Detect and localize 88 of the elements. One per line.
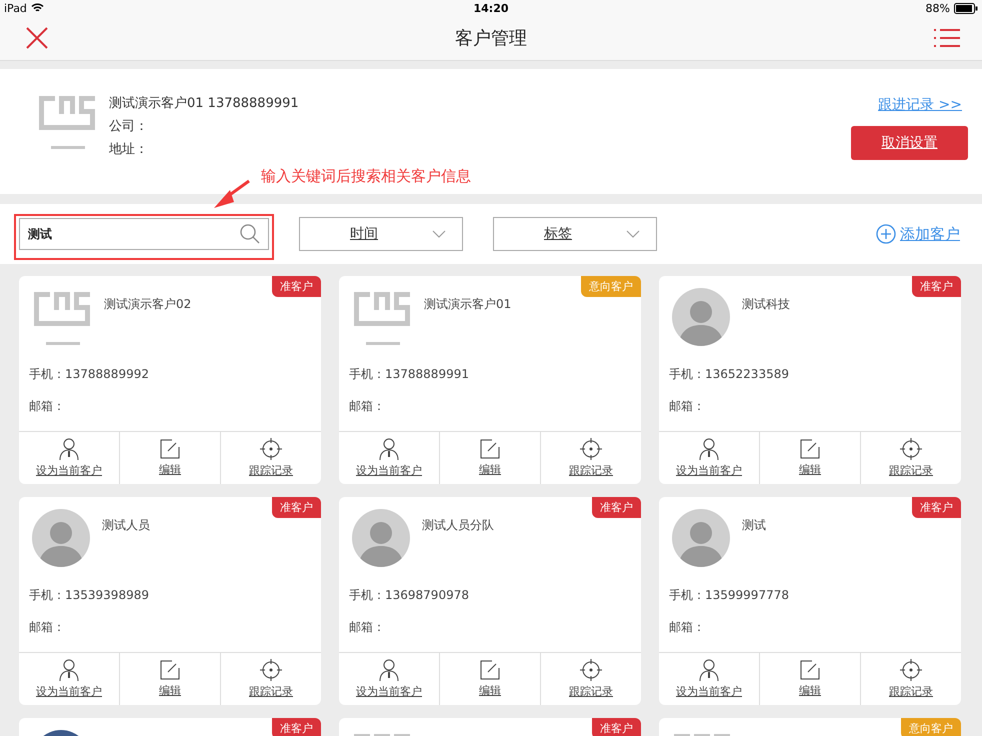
card-action-button[interactable]: 跟踪记录 (220, 432, 321, 484)
card-action-button[interactable]: 编辑 (439, 432, 540, 484)
phone-text: 手机：13698790978 (348, 587, 470, 604)
card-action-button[interactable]: 编辑 (759, 432, 860, 484)
customer-tag: 意向客户 (581, 276, 641, 297)
card-action-button[interactable]: 跟踪记录 (540, 653, 641, 705)
edit-icon (480, 660, 500, 680)
edit-icon (160, 660, 180, 680)
card-action-button[interactable]: 跟踪记录 (540, 432, 641, 484)
email-label: 邮箱： (28, 398, 66, 415)
wifi-icon (30, 3, 44, 13)
phone-text: 手机：13539398989 (28, 587, 150, 604)
search-icon (240, 224, 260, 244)
email-label: 邮箱： (668, 398, 706, 415)
customer-tag: 准客户 (272, 276, 321, 297)
battery-percent: 88% (926, 2, 950, 14)
customer-tag: 准客户 (912, 497, 961, 518)
target-icon (260, 659, 282, 681)
card-action-button[interactable]: 设为当前客户 (19, 432, 119, 484)
customer-tag: 准客户 (272, 718, 321, 736)
annotation-arrow (212, 179, 252, 211)
person-icon (698, 438, 720, 460)
edit-icon (800, 660, 820, 680)
phone-text: 手机：13652233589 (668, 366, 790, 383)
address-label: 地址： (109, 140, 149, 158)
person-icon (58, 438, 80, 460)
customer-tag: 准客户 (592, 718, 641, 736)
email-label: 邮箱： (28, 619, 66, 636)
person-icon (378, 659, 400, 681)
person-avatar-icon (672, 288, 730, 346)
card-action-button[interactable]: 设为当前客户 (659, 653, 759, 705)
customer-tag: 意向客户 (901, 718, 961, 736)
card-action-button[interactable]: 编辑 (119, 653, 220, 705)
target-icon (900, 438, 922, 460)
card-action-button[interactable]: 编辑 (439, 653, 540, 705)
target-icon (900, 659, 922, 681)
card-action-button[interactable]: 设为当前客户 (659, 432, 759, 484)
battery-icon (954, 2, 978, 14)
card-action-button[interactable]: 设为当前客户 (339, 432, 439, 484)
card-action-button[interactable]: 设为当前客户 (19, 653, 119, 705)
person-avatar-icon (32, 509, 90, 567)
cancel-setting-button[interactable]: 取消设置 (851, 126, 968, 160)
card-action-button[interactable]: 设为当前客户 (339, 653, 439, 705)
status-time: 14:20 (473, 2, 508, 14)
card-action-button[interactable]: 编辑 (119, 432, 220, 484)
card-action-button[interactable]: 跟踪记录 (860, 432, 961, 484)
annotation-text: 输入关键词后搜索相关客户信息 (261, 167, 471, 186)
phone-text: 手机：13788889991 (348, 366, 470, 383)
filter-dropdown[interactable]: 时间 (299, 217, 463, 251)
company-label: 公司： (109, 118, 149, 134)
menu-icon[interactable] (934, 28, 960, 48)
customer-tag: 准客户 (592, 497, 641, 518)
person-icon (378, 438, 400, 460)
search-field[interactable]: 测试 (19, 218, 269, 250)
person-avatar-icon (672, 509, 730, 567)
customer-name: 测试人员 (102, 517, 150, 534)
phone-text: 手机：13788889992 (28, 366, 150, 383)
customer-name: 测试演示客户01 (424, 296, 512, 313)
edit-icon (480, 439, 500, 459)
chevron-down-icon (626, 230, 640, 238)
chevron-down-icon (432, 230, 446, 238)
page-title: 客户管理 (455, 27, 527, 50)
customer-name: 测试人员分队 (422, 517, 494, 534)
plus-circle-icon (876, 224, 896, 244)
target-icon (580, 438, 602, 460)
device-name: iPad (4, 2, 27, 14)
email-label: 邮箱： (348, 619, 386, 636)
card-action-button[interactable]: 跟踪记录 (220, 653, 321, 705)
person-icon (698, 659, 720, 681)
close-icon[interactable] (26, 27, 48, 49)
customer-name-phone: 测试演示客户01 13788889991 (109, 94, 299, 112)
person-icon (58, 659, 80, 681)
customer-tag: 准客户 (272, 497, 321, 518)
person-avatar-icon (352, 509, 410, 567)
email-label: 邮箱： (668, 619, 706, 636)
card-action-button[interactable]: 跟踪记录 (860, 653, 961, 705)
target-icon (580, 659, 602, 681)
card-action-button[interactable]: 编辑 (759, 653, 860, 705)
target-icon (260, 438, 282, 460)
customer-name: 测试演示客户02 (104, 296, 192, 313)
edit-icon (160, 439, 180, 459)
customer-tag: 准客户 (912, 276, 961, 297)
filter-dropdown[interactable]: 标签 (493, 217, 657, 251)
phone-text: 手机：13599997778 (668, 587, 790, 604)
customer-name: 测试科技 (742, 296, 790, 313)
email-label: 邮箱： (348, 398, 386, 415)
edit-icon (800, 439, 820, 459)
customer-name: 测试 (742, 517, 766, 534)
